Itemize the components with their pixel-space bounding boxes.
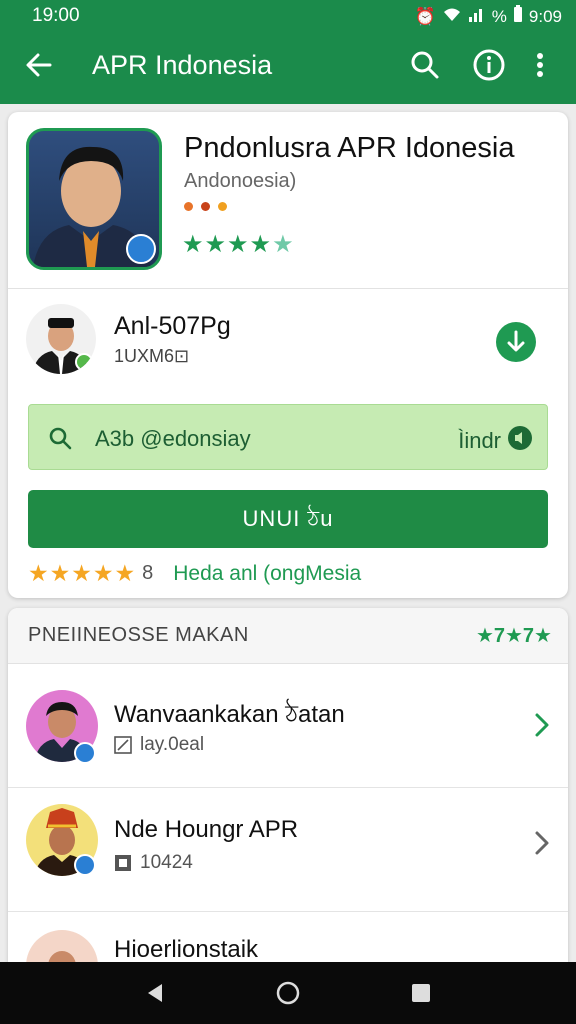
search-field[interactable]: A3b @edonsiay Ìindr <box>28 404 548 470</box>
list-item[interactable]: Nde Houngr APR 10424 <box>8 788 568 912</box>
uploader-avatar <box>26 304 96 374</box>
list-item-sub-text: 10424 <box>140 852 193 873</box>
app-detail-card: Pndonlusra APR Idonesia Andonoesia) ★★★★… <box>8 112 568 598</box>
navigation-bar <box>0 962 576 1024</box>
search-query: A3b @edonsiay <box>95 426 251 451</box>
app-rating-stars: ★★★★★ <box>182 231 295 258</box>
list-item-sub-text: lay.0eal <box>140 734 205 755</box>
list-item-name: Hioerlionstaik <box>114 936 259 963</box>
status-time-right: 9:09 <box>528 6 562 26</box>
status-icons: ⏰ % 9:09 <box>415 5 562 28</box>
verified-badge-icon <box>74 742 96 764</box>
tag-dot <box>184 202 193 211</box>
app-name: Pndonlusra APR Idonesia <box>184 132 515 164</box>
install-button[interactable]: UNUI ঠu <box>28 490 548 548</box>
tag-dot <box>201 202 210 211</box>
chevron-right-icon <box>532 828 552 858</box>
back-arrow-icon[interactable] <box>22 48 56 82</box>
grid-icon <box>115 855 131 871</box>
status-bar: 19:00 ⏰ % 9:09 <box>0 0 576 30</box>
app-tags <box>184 202 227 211</box>
rating-stars: ★★★★★ <box>28 560 137 586</box>
list-item[interactable]: Wanvaankakan ঠatan lay.0eal <box>8 664 568 788</box>
speaker-icon[interactable] <box>507 425 533 457</box>
battery-icon <box>513 5 523 28</box>
list-item-sub: lay.0eal <box>114 734 204 756</box>
app-developer: Andonoesia) <box>184 170 297 192</box>
search-right-label: Ìindr <box>458 428 501 453</box>
list-item[interactable]: Hioerlionstaik <box>8 912 568 968</box>
section-list: PNEIINEOSSE MAKAN ★7★7★ Wanvaankakan ঠat… <box>8 608 568 968</box>
rating-count: 8 <box>142 562 154 584</box>
rating-link[interactable]: Heda anl (ongMesia <box>173 562 361 586</box>
uploader-name: Anl-507Pg <box>114 312 231 340</box>
list-item-sub: 10424 <box>114 852 193 874</box>
search-icon[interactable] <box>408 48 442 82</box>
edit-icon <box>114 736 132 754</box>
list-item-name: Nde Houngr APR <box>114 816 299 843</box>
wifi-icon <box>442 6 462 27</box>
app-bar-title: APR Indonesia <box>92 50 273 80</box>
app-icon <box>26 128 162 270</box>
status-time: 19:00 <box>32 5 80 26</box>
overflow-menu-icon[interactable] <box>530 48 564 82</box>
back-nav-icon[interactable] <box>140 978 170 1008</box>
verified-badge-icon <box>74 854 96 876</box>
recents-nav-icon[interactable] <box>406 978 436 1008</box>
app-bar: APR Indonesia <box>0 34 576 98</box>
divider <box>8 288 568 289</box>
list-item-name: Wanvaankakan ঠatan <box>114 701 345 728</box>
search-icon <box>47 425 73 451</box>
section-badge: ★7★7★ <box>475 625 552 647</box>
info-icon[interactable] <box>472 48 506 82</box>
home-nav-icon[interactable] <box>273 978 303 1008</box>
signal-icon <box>468 6 486 27</box>
section-title: PNEIINEOSSE MAKAN <box>28 624 249 646</box>
section-header: PNEIINEOSSE MAKAN ★7★7★ <box>8 608 568 664</box>
uploader-subtitle: 1UXM6⊡ <box>114 346 190 366</box>
tag-dot <box>218 202 227 211</box>
percent-icon: % <box>491 6 507 26</box>
search-right: Ìindr <box>458 425 533 457</box>
chevron-right-icon <box>532 710 552 740</box>
top-bar: 19:00 ⏰ % 9:09 APR Indonesia <box>0 0 576 104</box>
rating-row: ★★★★★ 8 Heda anl (ongMesia <box>28 560 361 587</box>
download-button[interactable] <box>496 322 536 362</box>
alarm-icon: ⏰ <box>414 6 436 26</box>
